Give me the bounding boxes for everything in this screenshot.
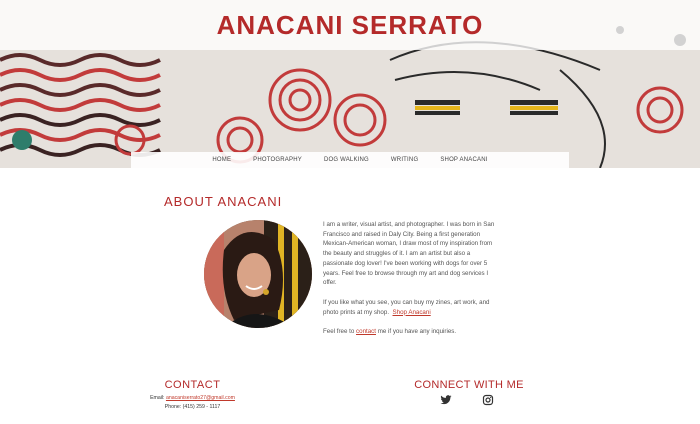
about-text: I am a writer, visual artist, and photog… <box>323 220 501 347</box>
contact-details: Email: anacaniserrato27@gmail.com Phone:… <box>130 394 255 412</box>
instagram-icon[interactable] <box>482 393 494 406</box>
about-paragraph-3: Feel free to contact me if you have any … <box>323 327 501 337</box>
about-paragraph-3-prefix: Feel free to <box>323 328 357 336</box>
email-line: Email: anacaniserrato27@gmail.com <box>130 394 255 403</box>
shop-anacani-link[interactable]: Shop Anacani <box>393 309 431 316</box>
portrait-photo <box>204 220 312 328</box>
about-paragraph-1: I am a writer, visual artist, and photog… <box>323 221 495 287</box>
hero-banner: ANACANI SERRATO HOME PHOTOGRAPHY DOG WAL… <box>0 0 700 168</box>
portrait-illustration <box>204 220 312 328</box>
site-title[interactable]: ANACANI SERRATO <box>0 10 700 41</box>
about-heading: ABOUT ANACANI <box>164 194 283 209</box>
nav-shop-anacani[interactable]: SHOP ANACANI <box>440 157 487 163</box>
twitter-icon[interactable] <box>440 393 452 405</box>
nav-writing[interactable]: WRITING <box>391 157 418 163</box>
contact-heading: CONTACT <box>164 379 221 391</box>
connect-heading: CONNECT WITH ME <box>414 379 524 391</box>
nav-dog-walking[interactable]: DOG WALKING <box>324 157 369 163</box>
phone-line: Phone: (415) 259 - 1117 <box>164 404 221 410</box>
nav-photography[interactable]: PHOTOGRAPHY <box>253 157 302 163</box>
about-paragraph-2: If you like what you see, you can buy my… <box>323 298 501 317</box>
about-paragraph-3-suffix: me if you have any inquiries. <box>375 328 457 336</box>
email-link[interactable]: anacaniserrato27@gmail.com <box>166 395 235 401</box>
contact-link[interactable]: contact <box>356 328 376 335</box>
email-label: Email: <box>150 395 165 401</box>
main-nav: HOME PHOTOGRAPHY DOG WALKING WRITING SHO… <box>131 152 569 168</box>
nav-home[interactable]: HOME <box>212 157 231 163</box>
social-links <box>440 393 494 406</box>
